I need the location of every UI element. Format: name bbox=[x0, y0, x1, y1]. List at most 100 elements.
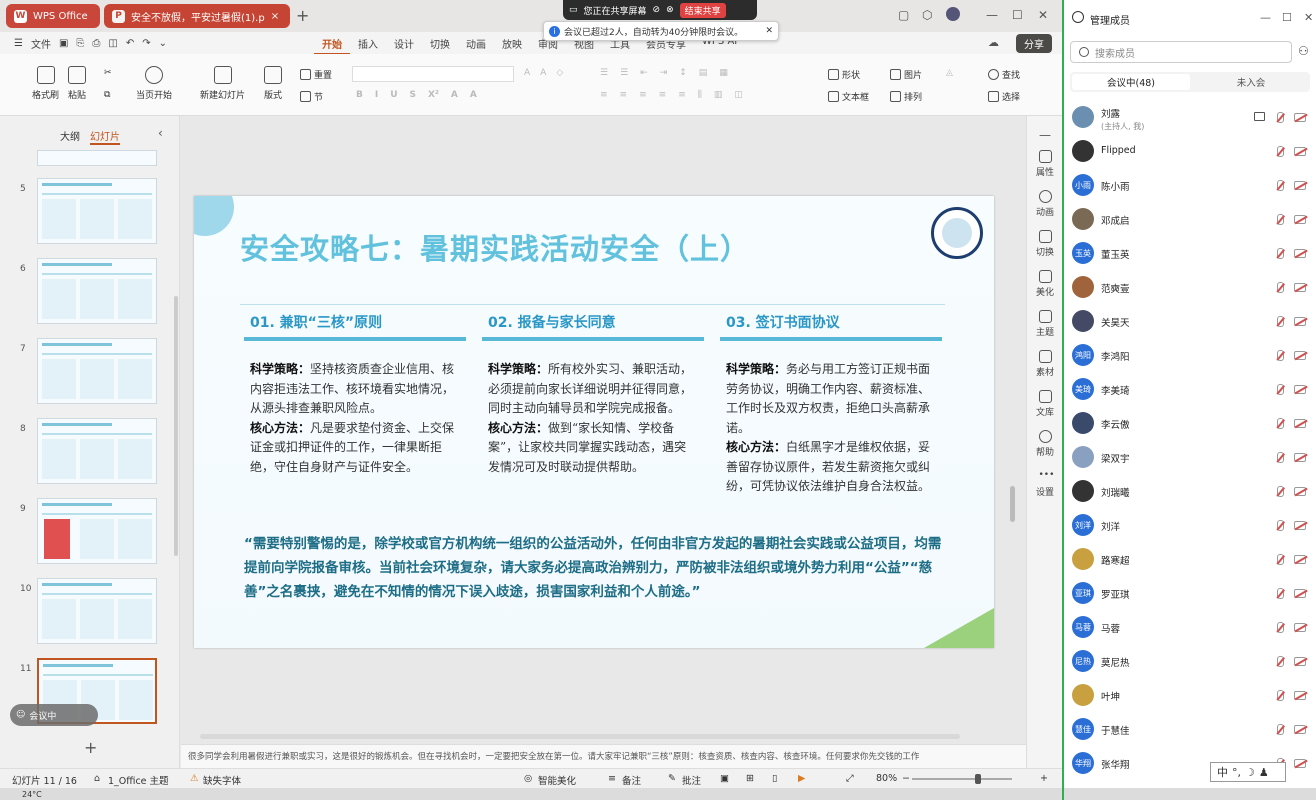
window-layout-icon[interactable]: ▢ bbox=[898, 8, 909, 22]
tab-in-meeting[interactable]: 会议中(48) bbox=[1072, 74, 1190, 90]
column-3-heading[interactable]: 03. 签订书面协议 bbox=[726, 312, 840, 332]
hamburger-icon[interactable]: ☰ bbox=[14, 38, 23, 49]
camera-off-icon[interactable] bbox=[1294, 487, 1306, 496]
preview-icon[interactable]: ◫ bbox=[108, 38, 117, 49]
mic-muted-icon[interactable] bbox=[1277, 214, 1284, 225]
mic-muted-icon[interactable] bbox=[1277, 112, 1284, 123]
tab-slideshow[interactable]: 放映 bbox=[494, 36, 530, 55]
mic-muted-icon[interactable] bbox=[1277, 588, 1284, 599]
member-row[interactable]: 范奭壹 bbox=[1064, 270, 1316, 304]
member-row[interactable]: 尼热 莫尼热 bbox=[1064, 644, 1316, 678]
print-icon[interactable]: ⎙ bbox=[92, 38, 100, 49]
slide-thumbnail[interactable] bbox=[37, 178, 157, 244]
camera-off-icon[interactable] bbox=[1294, 453, 1306, 462]
close-window-icon[interactable]: ✕ bbox=[1038, 8, 1048, 22]
member-row[interactable]: 李云傲 bbox=[1064, 406, 1316, 440]
member-row[interactable]: 邓成启 bbox=[1064, 202, 1316, 236]
member-row[interactable]: 梁双宇 bbox=[1064, 440, 1316, 474]
tool-library[interactable]: 文库 bbox=[1027, 390, 1063, 418]
close-icon[interactable]: × bbox=[271, 11, 279, 22]
camera-off-icon[interactable] bbox=[1294, 657, 1306, 666]
comments-toggle[interactable]: 批注 bbox=[682, 773, 701, 787]
pause-share-icon[interactable]: ⊘ bbox=[653, 5, 661, 15]
column-1-heading[interactable]: 01. 兼职“三核”原则 bbox=[250, 312, 382, 332]
save-icon[interactable]: ▣ bbox=[59, 38, 68, 49]
tab-document[interactable]: P 安全不放假，平安过暑假(1).p × bbox=[104, 4, 290, 28]
mic-muted-icon[interactable] bbox=[1277, 146, 1284, 157]
from-current-button[interactable]: 当页开始 bbox=[136, 66, 172, 101]
reset-button[interactable]: 重置 bbox=[300, 68, 332, 81]
tool-theme[interactable]: 主题 bbox=[1027, 310, 1063, 338]
layout-button[interactable]: 版式 bbox=[264, 66, 282, 101]
slide-thumbnail[interactable] bbox=[37, 150, 157, 166]
copy-icon[interactable]: ⧉ bbox=[104, 90, 110, 100]
tab-home[interactable]: 开始 bbox=[314, 36, 350, 55]
paste-button[interactable]: 粘贴 bbox=[68, 66, 86, 101]
mic-muted-icon[interactable] bbox=[1277, 690, 1284, 701]
mic-muted-icon[interactable] bbox=[1277, 316, 1284, 327]
missing-font[interactable]: 缺失字体 bbox=[203, 773, 241, 787]
minimize-icon[interactable]: — bbox=[986, 8, 998, 22]
tab-design[interactable]: 设计 bbox=[386, 36, 422, 55]
mic-muted-icon[interactable] bbox=[1277, 622, 1284, 633]
box-icon[interactable]: ⬡ bbox=[922, 8, 932, 22]
member-row[interactable]: 美琦 李美琦 bbox=[1064, 372, 1316, 406]
camera-off-icon[interactable] bbox=[1294, 283, 1306, 292]
tool-assets[interactable]: 素材 bbox=[1027, 350, 1063, 378]
slide-thumbnail[interactable] bbox=[37, 578, 157, 644]
member-row[interactable]: 路寒超 bbox=[1064, 542, 1316, 576]
member-row[interactable]: 小雨 陈小雨 bbox=[1064, 168, 1316, 202]
mic-muted-icon[interactable] bbox=[1277, 486, 1284, 497]
camera-off-icon[interactable] bbox=[1294, 419, 1306, 428]
slide-thumbnail[interactable] bbox=[37, 258, 157, 324]
mic-muted-icon[interactable] bbox=[1277, 248, 1284, 259]
format-painter-button[interactable]: 格式刷 bbox=[32, 66, 59, 101]
member-row[interactable]: 叶坤 bbox=[1064, 678, 1316, 712]
zoom-level[interactable]: 80% bbox=[876, 773, 897, 784]
member-row[interactable]: 玉英 董玉英 bbox=[1064, 236, 1316, 270]
add-tab-icon[interactable]: + bbox=[296, 6, 309, 25]
textbox-button[interactable]: 文本框 bbox=[828, 90, 869, 103]
tab-insert[interactable]: 插入 bbox=[350, 36, 386, 55]
meeting-floating-pill[interactable]: ☺ 会议中 bbox=[10, 704, 98, 726]
member-row[interactable]: 刘露 (主持人, 我) bbox=[1064, 100, 1316, 134]
horizontal-scrollbar[interactable] bbox=[200, 734, 960, 739]
slide-thumbnail[interactable] bbox=[37, 418, 157, 484]
tab-not-joined[interactable]: 未入会 bbox=[1194, 74, 1308, 90]
camera-off-icon[interactable] bbox=[1294, 589, 1306, 598]
invite-icon[interactable]: ⚇ bbox=[1298, 44, 1309, 58]
mic-muted-icon[interactable] bbox=[1277, 520, 1284, 531]
undo-icon[interactable]: ↶ bbox=[126, 38, 134, 49]
redo-icon[interactable]: ↷ bbox=[142, 38, 150, 49]
mic-muted-icon[interactable] bbox=[1277, 282, 1284, 293]
camera-off-icon[interactable] bbox=[1294, 317, 1306, 326]
play-icon[interactable]: ▶ bbox=[798, 773, 805, 784]
menu-file[interactable]: 文件 bbox=[31, 36, 51, 51]
normal-view-icon[interactable]: ▣ bbox=[720, 773, 729, 784]
cloud-icon[interactable]: ☁ bbox=[988, 36, 999, 49]
member-row[interactable]: 刘瑞曦 bbox=[1064, 474, 1316, 508]
member-row[interactable]: 刘洋 刘洋 bbox=[1064, 508, 1316, 542]
tab-slides[interactable]: 幻灯片 bbox=[90, 128, 120, 145]
fit-icon[interactable]: ⤢ bbox=[846, 773, 854, 784]
mic-muted-icon[interactable] bbox=[1277, 656, 1284, 667]
mic-muted-icon[interactable] bbox=[1277, 418, 1284, 429]
camera-off-icon[interactable] bbox=[1294, 147, 1306, 156]
notes-toggle[interactable]: 备注 bbox=[622, 773, 641, 787]
section-button[interactable]: 节 bbox=[300, 90, 323, 103]
camera-off-icon[interactable] bbox=[1294, 521, 1306, 530]
camera-off-icon[interactable] bbox=[1294, 623, 1306, 632]
slide-title[interactable]: 安全攻略七：暑期实践活动安全（上） bbox=[240, 226, 750, 268]
mic-muted-icon[interactable] bbox=[1277, 180, 1284, 191]
select-button[interactable]: 选择 bbox=[988, 90, 1020, 103]
maximize-icon[interactable]: ☐ bbox=[1012, 8, 1023, 22]
slide-thumbnail[interactable] bbox=[37, 338, 157, 404]
zoom-slider[interactable] bbox=[912, 778, 1012, 780]
shape-button[interactable]: 形状 bbox=[828, 68, 860, 81]
minimize-icon[interactable]: — bbox=[1260, 11, 1271, 24]
column-1-body[interactable]: 科学策略：坚持核资质查企业信用、核内容拒违法工作、核环境看实地情况，从源头排查兼… bbox=[250, 360, 456, 477]
zoom-slider-knob[interactable] bbox=[975, 774, 981, 784]
minus-icon[interactable]: — bbox=[1039, 128, 1051, 142]
sorter-view-icon[interactable]: ⊞ bbox=[746, 773, 754, 784]
mic-muted-icon[interactable] bbox=[1277, 554, 1284, 565]
